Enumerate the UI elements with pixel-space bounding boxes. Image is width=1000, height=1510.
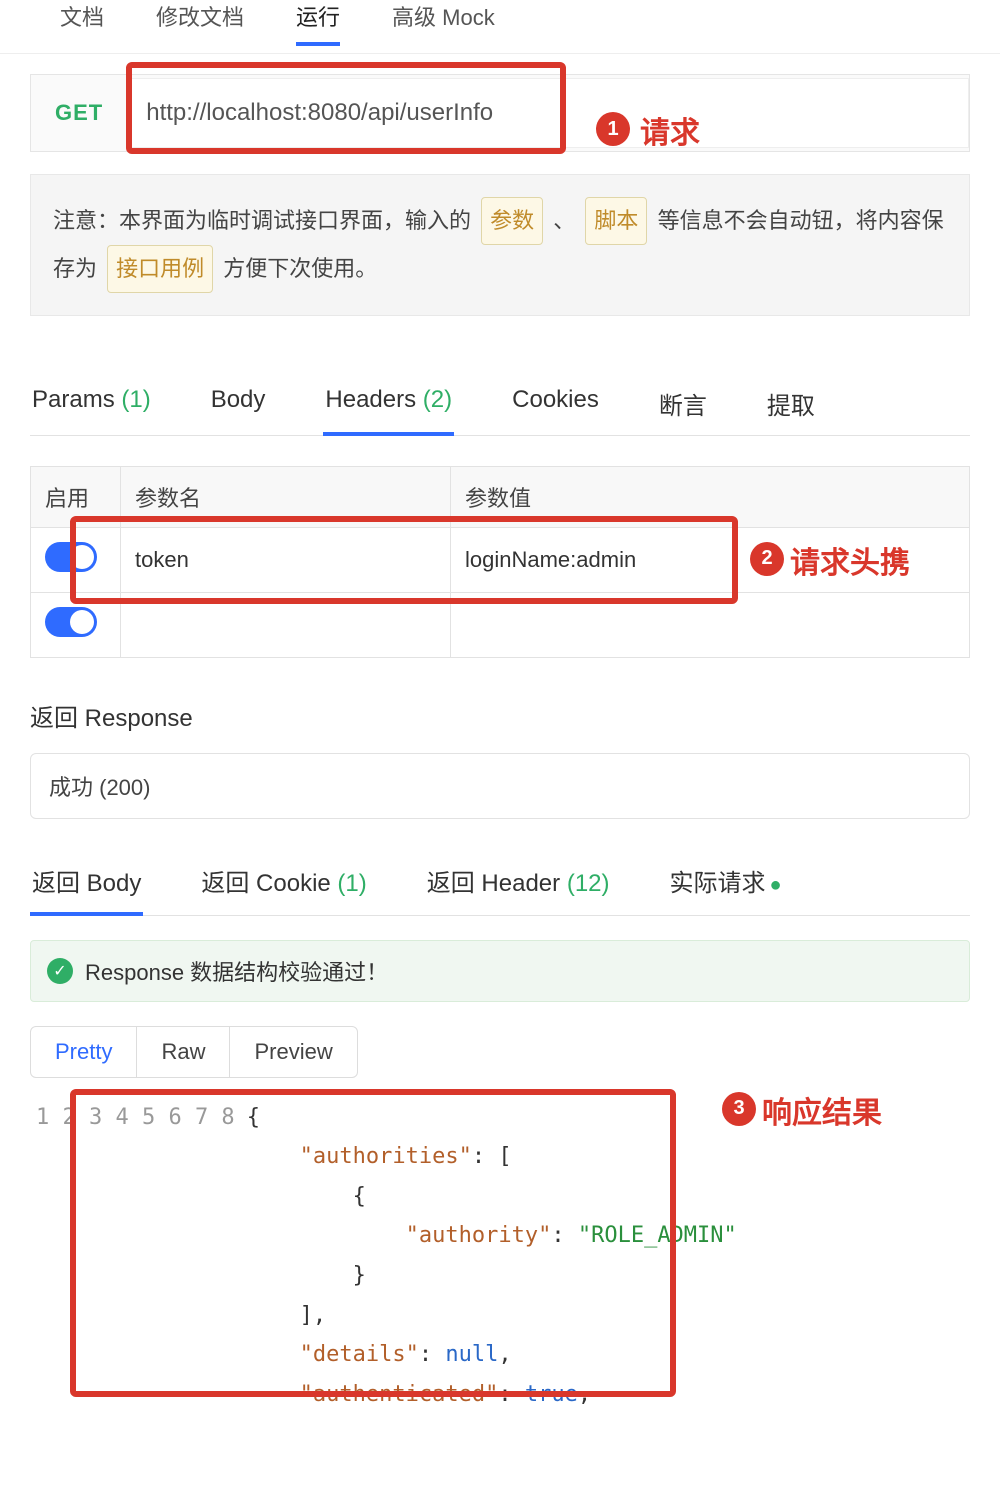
annotation-label-2: 请求头携 — [790, 538, 910, 582]
status-dot-icon: ● — [770, 874, 782, 896]
rtab-header[interactable]: 返回 Header (12) — [425, 863, 612, 915]
response-section-title: 返回 Response — [30, 698, 970, 733]
annotation-frame-1 — [126, 62, 566, 154]
chip-script: 脚本 — [585, 197, 647, 245]
rtab-body-label: 返回 Body — [32, 870, 141, 897]
view-raw[interactable]: Raw — [137, 1027, 230, 1077]
check-icon: ✓ — [47, 958, 73, 984]
annotation-frame-2 — [70, 516, 738, 604]
rtab-cookie-count: (1) — [337, 870, 366, 897]
tab-params-label: Params — [32, 386, 115, 413]
view-pretty[interactable]: Pretty — [31, 1027, 137, 1077]
notice-text: 注意：本界面为临时调试接口界面，输入的 — [53, 208, 471, 233]
annotation-frame-3 — [70, 1089, 676, 1397]
tab-extract[interactable]: 提取 — [765, 386, 817, 435]
response-body-wrap: Pretty Raw Preview 1 2 3 4 5 6 7 8 { "au… — [30, 1026, 970, 1419]
tab-body[interactable]: Body — [209, 386, 268, 435]
annotation-label-3: 响应结果 — [762, 1088, 882, 1132]
tab-headers-label: Headers — [325, 386, 416, 413]
annotation-badge-2: 2 — [750, 542, 784, 576]
response-tabs: 返回 Body 返回 Cookie (1) 返回 Header (12) 实际请… — [30, 863, 970, 916]
notice-banner: 注意：本界面为临时调试接口界面，输入的 参数 、 脚本 等信息不会自动钮，将内容… — [30, 174, 970, 316]
http-method-select[interactable]: GET — [31, 100, 127, 126]
tab-assert[interactable]: 断言 — [657, 386, 709, 435]
top-tabs: 文档 修改文档 运行 高级 Mock — [0, 0, 1000, 54]
notice-sep: 、 — [553, 208, 575, 233]
tab-body-label: Body — [211, 386, 266, 413]
rtab-actual-label: 实际请求 — [670, 870, 766, 897]
rtab-cookie[interactable]: 返回 Cookie (1) — [199, 863, 368, 915]
validation-banner: ✓ Response 数据结构校验通过！ — [30, 940, 970, 1002]
rtab-header-count: (12) — [567, 870, 610, 897]
notice-text-suffix: 方便下次使用。 — [223, 256, 377, 281]
annotation-badge-3: 3 — [722, 1092, 756, 1126]
chip-params: 参数 — [481, 197, 543, 245]
view-preview[interactable]: Preview — [230, 1027, 356, 1077]
response-status-select[interactable]: 成功 (200) — [30, 753, 970, 819]
tab-doc[interactable]: 文档 — [60, 0, 104, 45]
tab-run[interactable]: 运行 — [296, 0, 340, 46]
request-bar-wrap: GET http://localhost:8080/api/userInfo 1… — [0, 54, 1000, 152]
tab-assert-label: 断言 — [659, 393, 707, 420]
rtab-cookie-label: 返回 Cookie — [201, 870, 330, 897]
tab-headers[interactable]: Headers (2) — [323, 386, 454, 436]
tab-cookies-label: Cookies — [512, 386, 599, 413]
annotation-label-1: 请求 — [640, 108, 700, 152]
tab-edit-doc[interactable]: 修改文档 — [156, 0, 244, 45]
annotation-badge-1: 1 — [596, 112, 630, 146]
headers-table-wrap: 启用 参数名 参数值 token loginName:admin 2 请求头携 — [30, 466, 970, 658]
tab-extract-label: 提取 — [767, 393, 815, 420]
tab-mock[interactable]: 高级 Mock — [392, 0, 495, 45]
chip-case: 接口用例 — [107, 245, 213, 293]
rtab-actual-req[interactable]: 实际请求● — [668, 863, 784, 915]
rtab-header-label: 返回 Header — [427, 870, 560, 897]
validation-text: Response 数据结构校验通过！ — [85, 955, 388, 987]
rtab-body[interactable]: 返回 Body — [30, 863, 143, 916]
request-sub-tabs: Params (1) Body Headers (2) Cookies 断言 提… — [30, 386, 970, 436]
tab-params-count: (1) — [121, 386, 150, 413]
enable-toggle[interactable] — [45, 607, 97, 637]
tab-cookies[interactable]: Cookies — [510, 386, 601, 435]
view-mode-group: Pretty Raw Preview — [30, 1026, 358, 1078]
tab-headers-count: (2) — [423, 386, 452, 413]
tab-params[interactable]: Params (1) — [30, 386, 153, 435]
